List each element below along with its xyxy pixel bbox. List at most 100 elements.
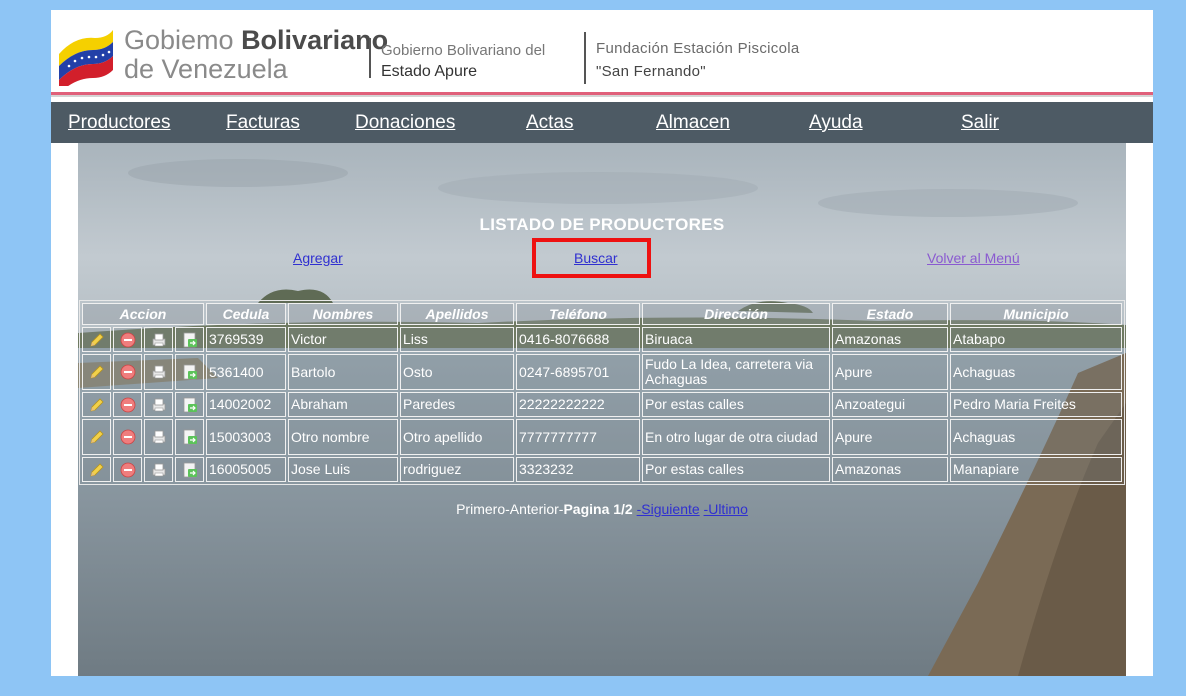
row-action-print-button[interactable] bbox=[144, 392, 173, 417]
row-action-export-button[interactable] bbox=[175, 327, 204, 352]
col-header-municipio: Municipio bbox=[950, 303, 1122, 325]
content-area: LISTADO DE PRODUCTORES Agregar Buscar Vo… bbox=[78, 143, 1126, 676]
state-line1: Gobierno Bolivariano del bbox=[381, 42, 546, 59]
nav-salir[interactable]: Salir bbox=[961, 112, 999, 134]
table-header-row: Accion Cedula Nombres Apellidos Teléfono… bbox=[82, 303, 1122, 325]
add-link[interactable]: Agregar bbox=[293, 250, 343, 266]
cell-municipio: Atabapo bbox=[950, 327, 1122, 352]
row-action-export-button[interactable] bbox=[175, 354, 204, 390]
print-icon bbox=[150, 460, 168, 476]
row-action-export-button[interactable] bbox=[175, 419, 204, 455]
back-to-menu-link[interactable]: Volver al Menú bbox=[927, 250, 1020, 266]
site-header: Gobiemo Bolivariano de Venezuela Gobiern… bbox=[51, 10, 1153, 102]
fundacion-title: Fundación Estación Piscicola "San Fernan… bbox=[596, 37, 800, 83]
table-row: 15003003 Otro nombre Otro apellido 77777777… bbox=[82, 419, 1122, 455]
export-icon bbox=[181, 428, 199, 445]
cell-apellidos: Paredes bbox=[400, 392, 514, 417]
export-icon bbox=[181, 460, 199, 477]
main-nav: Productores Facturas Donaciones Actas Al… bbox=[51, 102, 1153, 143]
fund-line2: "San Fernando" bbox=[596, 63, 706, 80]
cell-estado: Apure bbox=[832, 354, 948, 390]
pager-current-page: Pagina 1/2 bbox=[563, 501, 633, 517]
delete-icon bbox=[119, 460, 137, 477]
cell-estado: Amazonas bbox=[832, 457, 948, 482]
cell-municipio: Achaguas bbox=[950, 354, 1122, 390]
nav-donaciones[interactable]: Donaciones bbox=[355, 112, 455, 134]
row-action-edit-button[interactable] bbox=[82, 419, 111, 455]
cell-nombres: Bartolo bbox=[288, 354, 398, 390]
cell-direccion: Por estas calles bbox=[642, 457, 830, 482]
row-action-edit-button[interactable] bbox=[82, 392, 111, 417]
gov-title-line2: de Venezuela bbox=[124, 54, 288, 84]
row-action-print-button[interactable] bbox=[144, 354, 173, 390]
pagination: Primero-Anterior-Pagina 1/2 -Siguiente -… bbox=[78, 501, 1126, 517]
gobierno-bolivariano-title: Gobiemo Bolivariano de Venezuela bbox=[124, 26, 388, 84]
cell-telefono: 3323232 bbox=[516, 457, 640, 482]
row-action-print-button[interactable] bbox=[144, 457, 173, 482]
nav-ayuda[interactable]: Ayuda bbox=[809, 112, 863, 134]
page-title: LISTADO DE PRODUCTORES bbox=[479, 215, 725, 234]
col-header-cedula: Cedula bbox=[206, 303, 286, 325]
row-action-delete-button[interactable] bbox=[113, 457, 142, 482]
row-action-export-button[interactable] bbox=[175, 457, 204, 482]
pager-last-link[interactable]: -Ultimo bbox=[704, 501, 748, 517]
productores-table: Accion Cedula Nombres Apellidos Teléfono… bbox=[79, 300, 1125, 485]
nav-productores[interactable]: Productores bbox=[68, 112, 170, 134]
table-body: 3769539 Victor Liss 0416-8076688 Biruaca Amaz… bbox=[82, 327, 1122, 482]
col-header-telefono: Teléfono bbox=[516, 303, 640, 325]
pager-next-link[interactable]: -Siguiente bbox=[637, 501, 700, 517]
cell-nombres: Victor bbox=[288, 327, 398, 352]
row-action-delete-button[interactable] bbox=[113, 392, 142, 417]
col-header-nombres: Nombres bbox=[288, 303, 398, 325]
cell-estado: Apure bbox=[832, 419, 948, 455]
nav-actas[interactable]: Actas bbox=[526, 112, 574, 134]
cell-municipio: Achaguas bbox=[950, 419, 1122, 455]
edit-icon bbox=[88, 330, 106, 347]
state-line2: Estado Apure bbox=[381, 63, 478, 80]
export-icon bbox=[181, 395, 199, 412]
cell-direccion: Por estas calles bbox=[642, 392, 830, 417]
cell-cedula: 5361400 bbox=[206, 354, 286, 390]
row-action-export-button[interactable] bbox=[175, 392, 204, 417]
header-divider-line bbox=[51, 95, 1153, 97]
export-icon bbox=[181, 330, 199, 347]
row-action-edit-button[interactable] bbox=[82, 327, 111, 352]
cell-municipio: Manapiare bbox=[950, 457, 1122, 482]
nav-facturas[interactable]: Facturas bbox=[226, 112, 300, 134]
col-header-estado: Estado bbox=[832, 303, 948, 325]
cell-telefono: 0247-6895701 bbox=[516, 354, 640, 390]
cell-nombres: Otro nombre bbox=[288, 419, 398, 455]
edit-icon bbox=[88, 395, 106, 412]
row-action-delete-button[interactable] bbox=[113, 419, 142, 455]
row-action-delete-button[interactable] bbox=[113, 354, 142, 390]
row-action-delete-button[interactable] bbox=[113, 327, 142, 352]
print-icon bbox=[150, 330, 168, 346]
cell-apellidos: rodriguez bbox=[400, 457, 514, 482]
nav-almacen[interactable]: Almacen bbox=[656, 112, 730, 134]
print-icon bbox=[150, 363, 168, 379]
venezuela-flag-logo bbox=[59, 30, 113, 86]
row-action-print-button[interactable] bbox=[144, 327, 173, 352]
print-icon bbox=[150, 428, 168, 444]
gov-title-light: Gobiemo bbox=[124, 25, 242, 55]
estado-apure-title: Gobierno Bolivariano del Estado Apure bbox=[381, 40, 545, 82]
col-header-apellidos: Apellidos bbox=[400, 303, 514, 325]
row-action-print-button[interactable] bbox=[144, 419, 173, 455]
page: Gobiemo Bolivariano de Venezuela Gobiern… bbox=[51, 10, 1153, 676]
table-row: 14002002 Abraham Paredes 22222222222 Por est… bbox=[82, 392, 1122, 417]
cell-telefono: 7777777777 bbox=[516, 419, 640, 455]
header-divider bbox=[584, 32, 586, 84]
pager-first-prev: Primero-Anterior- bbox=[456, 501, 564, 517]
cell-direccion: En otro lugar de otra ciudad bbox=[642, 419, 830, 455]
cell-estado: Anzoategui bbox=[832, 392, 948, 417]
cell-cedula: 14002002 bbox=[206, 392, 286, 417]
row-action-edit-button[interactable] bbox=[82, 354, 111, 390]
delete-icon bbox=[119, 428, 137, 445]
print-icon bbox=[150, 395, 168, 411]
cell-apellidos: Osto bbox=[400, 354, 514, 390]
row-action-edit-button[interactable] bbox=[82, 457, 111, 482]
cell-municipio: Pedro Maria Freites bbox=[950, 392, 1122, 417]
cell-telefono: 22222222222 bbox=[516, 392, 640, 417]
delete-icon bbox=[119, 363, 137, 380]
table-row: 16005005 Jose Luis rodriguez 3323232 Por est… bbox=[82, 457, 1122, 482]
